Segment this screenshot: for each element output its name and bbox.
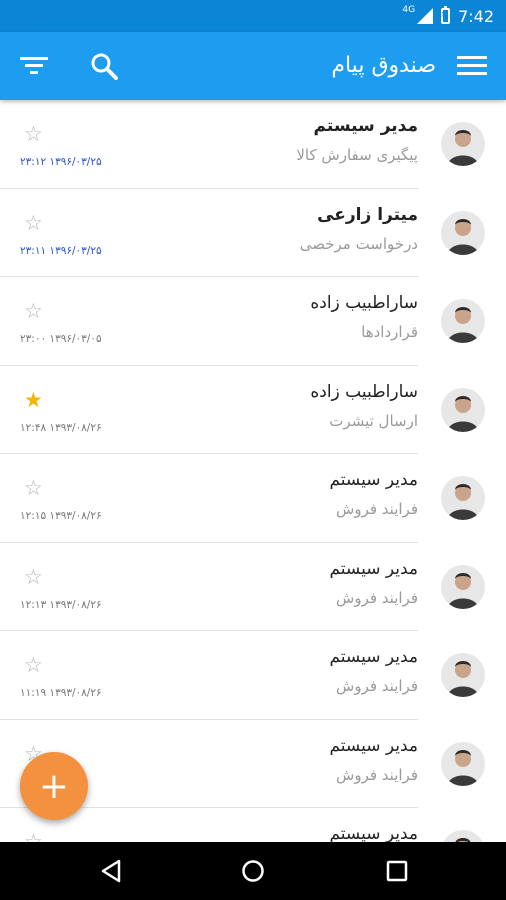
filter-icon[interactable]: [14, 46, 54, 86]
home-icon[interactable]: [238, 856, 268, 886]
message-row[interactable]: ساراطبیب زاده ارسال تیشرت ★ ۱۲:۴۸ ۱۳۹۳/۰…: [0, 366, 506, 454]
network-type: 4G: [402, 5, 416, 15]
message-subject: ارسال تیشرت: [329, 411, 418, 430]
star-icon[interactable]: ☆: [24, 478, 43, 499]
message-date: ۲۳:۱۱ ۱۳۹۶/۰۳/۲۵: [20, 244, 102, 257]
avatar: [441, 564, 485, 609]
avatar: [441, 387, 485, 432]
back-icon[interactable]: [96, 856, 126, 886]
sender-name: مدیر سیستم: [329, 647, 418, 667]
compose-button[interactable]: +: [20, 752, 88, 820]
signal-icon: [417, 8, 434, 24]
avatar: [441, 476, 485, 520]
avatar: [441, 741, 485, 786]
message-date: ۱۲:۴۸ ۱۳۹۳/۰۸/۲۶: [20, 421, 102, 434]
avatar: [441, 122, 485, 166]
star-icon[interactable]: ☆: [24, 212, 43, 234]
message-subject: قراردادها: [361, 323, 418, 341]
star-icon[interactable]: ★: [24, 389, 43, 411]
message-date: ۲۳:۱۲ ۱۳۹۶/۰۳/۲۵: [20, 156, 102, 168]
message-list: مدیر سیستم پیگیری سفارش کالا ☆ ۲۳:۱۲ ۱۳۹…: [0, 100, 506, 842]
message-row[interactable]: مدیر سیستم ☆: [0, 808, 506, 842]
message-row[interactable]: مدیر سیستم پیگیری سفارش کالا ☆ ۲۳:۱۲ ۱۳۹…: [0, 100, 506, 189]
message-subject: فرایند فروش: [336, 588, 418, 607]
sender-name: میترا زارعی: [317, 204, 418, 225]
search-icon[interactable]: [84, 46, 124, 86]
page-title: صندوق پیام: [331, 53, 436, 78]
star-icon[interactable]: ☆: [24, 832, 43, 843]
message-row[interactable]: مدیر سیستم فرایند فروش ☆ ۱۲:۱۳ ۱۳۹۳/۰۸/۲…: [0, 543, 506, 631]
avatar: [441, 299, 485, 343]
recents-icon[interactable]: [382, 856, 412, 886]
message-date: ۱۱:۱۹ ۱۳۹۳/۰۸/۲۶: [20, 687, 102, 699]
message-date: ۱۲:۱۵ ۱۳۹۳/۰۸/۲۶: [20, 510, 102, 522]
sender-name: ساراطبیب زاده: [310, 381, 418, 402]
message-subject: درخواست مرخصی: [299, 234, 418, 253]
sender-name: مدیر سیستم: [329, 735, 418, 756]
message-subject: فرایند فروش: [336, 677, 418, 695]
message-date: ۲۳:۰۰ ۱۳۹۶/۰۳/۰۵: [20, 333, 102, 345]
message-subject: فرایند فروش: [336, 765, 418, 784]
message-date: ۱۲:۱۳ ۱۳۹۳/۰۸/۲۶: [20, 598, 102, 611]
avatar: [441, 653, 485, 697]
status-time: 7:42: [458, 6, 494, 26]
message-row[interactable]: مدیر سیستم فرایند فروش ☆ ۱۱:۱۹ ۱۳۹۳/۰۸/۲…: [0, 631, 506, 720]
sender-name: مدیر سیستم: [313, 116, 418, 136]
message-row[interactable]: میترا زارعی درخواست مرخصی ☆ ۲۳:۱۱ ۱۳۹۶/۰…: [0, 189, 506, 277]
menu-icon[interactable]: [452, 46, 492, 86]
avatar: [441, 830, 485, 842]
status-bar: 4G 7:42: [0, 0, 506, 32]
battery-icon: [440, 6, 451, 24]
sender-name: مدیر سیستم: [329, 824, 418, 842]
message-row[interactable]: ساراطبیب زاده قراردادها ☆ ۲۳:۰۰ ۱۳۹۶/۰۳/…: [0, 277, 506, 366]
message-subject: پیگیری سفارش کالا: [296, 146, 418, 164]
message-row[interactable]: مدیر سیستم فرایند فروش ☆ ۱۲:۱۵ ۱۳۹۳/۰۸/۲…: [0, 454, 506, 543]
avatar: [441, 210, 485, 255]
star-icon[interactable]: ☆: [24, 301, 43, 322]
app-bar: صندوق پیام: [0, 32, 506, 100]
sender-name: مدیر سیستم: [329, 558, 418, 579]
sender-name: مدیر سیستم: [329, 470, 418, 490]
message-subject: فرایند فروش: [336, 500, 418, 518]
star-icon[interactable]: ☆: [24, 655, 43, 676]
sender-name: ساراطبیب زاده: [310, 293, 418, 313]
navigation-bar: [0, 842, 506, 900]
star-icon[interactable]: ☆: [24, 566, 43, 588]
star-icon[interactable]: ☆: [24, 124, 43, 145]
